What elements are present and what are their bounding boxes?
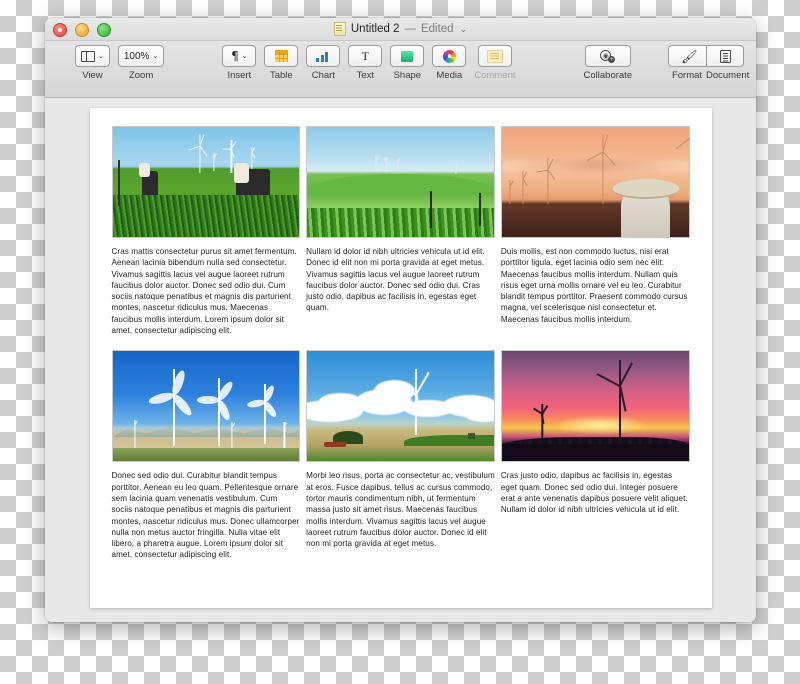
toolbar-comment[interactable]: Comment (474, 45, 516, 81)
caption-text: Cras justo odio, dapibus ac facilisis in… (500, 471, 688, 515)
zoom-value: 100% (123, 50, 150, 62)
hat-icon (612, 179, 679, 199)
toolbar-collaborate[interactable]: ◉ + Collaborate (583, 45, 633, 81)
chevron-down-icon: ⌄ (241, 52, 248, 60)
inspector-labels: Format Document (668, 67, 750, 81)
insert-label: Insert (227, 70, 252, 81)
view-label: View (82, 70, 103, 81)
document-title: Untitled 2 (350, 23, 400, 35)
bar-chart-icon (316, 51, 330, 62)
comment-label: Comment (474, 70, 516, 81)
document-label: Document (706, 70, 750, 81)
shape-square-icon (401, 50, 414, 62)
chart-label: Chart (311, 70, 335, 81)
toolbar: ⌄ View 100% ⌄ Zoom ¶ ⌄ Insert Table Char… (45, 41, 756, 98)
window-title: Untitled 2 — Edited ⌄ (45, 18, 756, 40)
chevron-down-icon[interactable]: ⌄ (460, 24, 468, 34)
photo-sunset-farmer-turbines[interactable] (500, 126, 690, 238)
document-page[interactable]: Cras mattis consectetur purus sit amet f… (89, 108, 712, 608)
caption-text: Nullam id dolor id nibh ultricies vehicu… (306, 247, 485, 313)
caption-text: Donec sed odio dui. Curabitur blandit te… (111, 471, 300, 560)
farmer-figure (612, 179, 679, 237)
toolbar-media[interactable]: Media (432, 45, 467, 81)
table-icon (274, 50, 288, 62)
grid-cell: Donec sed odio dui. Curabitur blandit te… (111, 350, 301, 560)
chevron-down-icon: ⌄ (152, 52, 159, 60)
collaborate-button[interactable]: ◉ + (584, 45, 631, 67)
media-button[interactable] (432, 45, 467, 67)
photo-single-turbine-clouds[interactable] (306, 350, 495, 463)
chevron-down-icon: ⌄ (98, 52, 104, 60)
format-button[interactable]: 🖌 (668, 45, 706, 67)
caption-text: Duis mollis, est non commodo luctus, nis… (500, 247, 688, 324)
toolbar-insert[interactable]: ¶ ⌄ Insert (222, 45, 257, 81)
paintbrush-icon: 🖌 (681, 48, 698, 64)
edited-status: Edited (420, 23, 454, 35)
toolbar-text[interactable]: T Text (348, 45, 383, 81)
grid-cell: Cras justo odio, dapibus ac facilisis in… (500, 350, 690, 560)
photo-cows-wind-farm[interactable] (111, 126, 301, 238)
toolbar-chart[interactable]: Chart (306, 45, 341, 81)
title-separator: — (404, 23, 416, 35)
pilcrow-icon: ¶ (231, 49, 239, 63)
grid-cell: Nullam id dolor id nibh ultricies vehicu… (306, 126, 495, 336)
keynote-window: Untitled 2 — Edited ⌄ ⌄ View 100% ⌄ Zoom… (45, 18, 756, 622)
window-titlebar[interactable]: Untitled 2 — Edited ⌄ (45, 18, 756, 41)
grid-cell: Duis mollis, est non commodo luctus, nis… (500, 126, 690, 336)
table-label: Table (269, 70, 293, 81)
screenshot-root: Untitled 2 — Edited ⌄ ⌄ View 100% ⌄ Zoom… (0, 0, 800, 684)
zoom-label: Zoom (128, 70, 154, 81)
document-icon (333, 22, 346, 36)
photo-white-turbines-blue-sky[interactable] (111, 350, 301, 463)
photo-pink-sunset-turbines[interactable] (500, 350, 690, 463)
view-button[interactable]: ⌄ (75, 45, 110, 67)
media-color-wheel-icon (442, 49, 456, 63)
toolbar-shape[interactable]: Shape (390, 45, 425, 81)
document-button[interactable] (706, 45, 744, 67)
text-button[interactable]: T (348, 45, 383, 67)
format-label: Format (671, 70, 703, 81)
caption-text: Morbi leo risus, porta ac consectetur ac… (306, 471, 495, 549)
toolbar-table[interactable]: Table (264, 45, 299, 81)
zoom-button[interactable]: 100% ⌄ (117, 45, 165, 67)
toolbar-inspector-group: 🖌 Format Document (668, 45, 750, 81)
table-button[interactable] (264, 45, 299, 67)
photo-green-hills-turbines[interactable] (306, 126, 495, 238)
image-text-grid: Cras mattis consectetur purus sit amet f… (111, 126, 690, 561)
media-label: Media (436, 70, 463, 81)
document-page-icon (719, 49, 731, 63)
toolbar-view[interactable]: ⌄ View (75, 45, 110, 81)
collaborate-label: Collaborate (583, 70, 633, 81)
view-layout-icon (81, 50, 95, 62)
document-canvas[interactable]: Cras mattis consectetur purus sit amet f… (45, 98, 756, 622)
toolbar-zoom[interactable]: 100% ⌄ Zoom (117, 45, 165, 81)
collaborate-add-person-icon: ◉ + (600, 49, 616, 63)
shape-label: Shape (393, 70, 422, 81)
inspector-segmented-control[interactable]: 🖌 (668, 45, 744, 67)
grid-cell: Cras mattis consectetur purus sit amet f… (111, 126, 301, 336)
text-t-icon: T (361, 49, 369, 63)
text-label: Text (356, 70, 375, 81)
caption-text: Cras mattis consectetur purus sit amet f… (111, 247, 297, 336)
chart-button[interactable] (306, 45, 341, 67)
grid-cell: Morbi leo risus, porta ac consectetur ac… (306, 350, 495, 560)
shape-button[interactable] (390, 45, 425, 67)
comment-button[interactable] (477, 45, 512, 67)
comment-note-icon (486, 49, 503, 63)
insert-button[interactable]: ¶ ⌄ (222, 45, 257, 67)
